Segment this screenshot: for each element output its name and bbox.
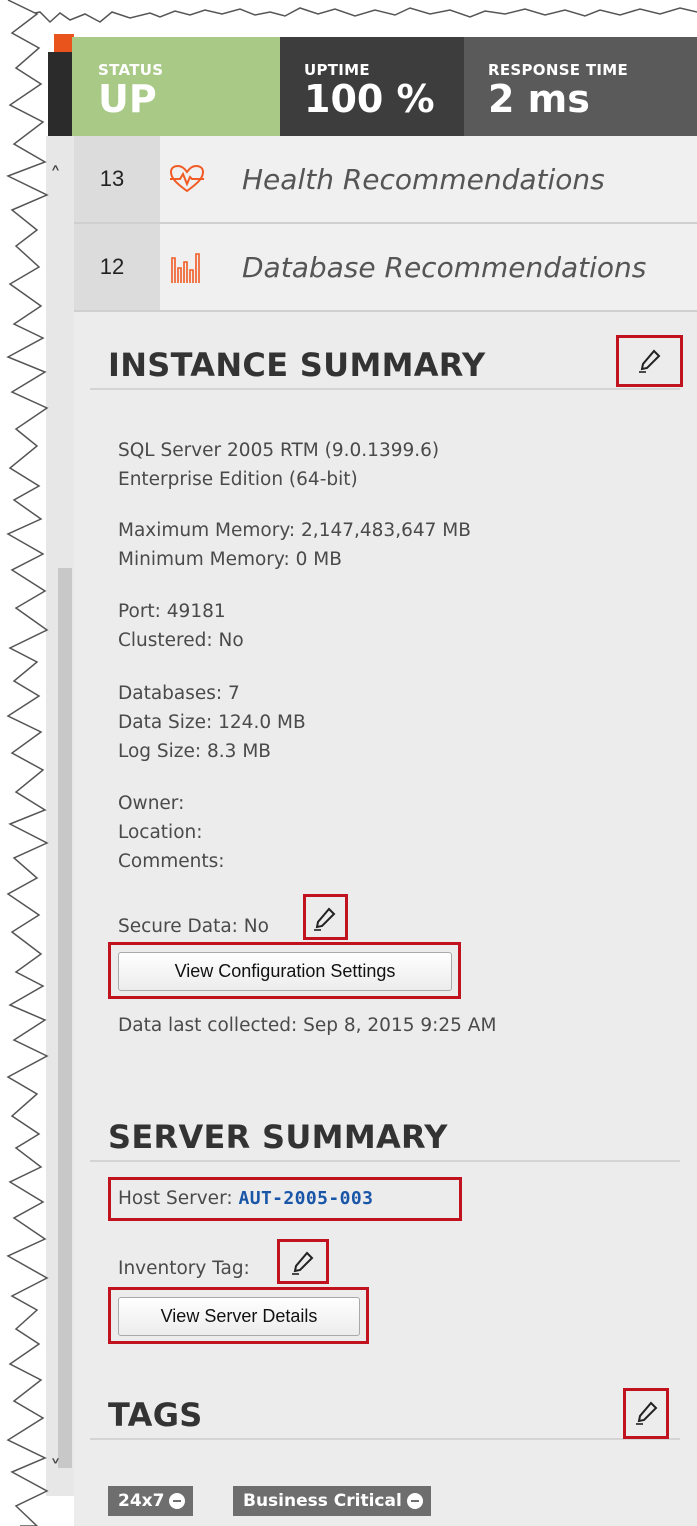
tag-label: 24x7 (118, 1491, 165, 1511)
databases: Databases: 7 (118, 683, 240, 704)
heart-pulse-icon (160, 164, 214, 194)
uptime-tile: UPTIME 100 % (280, 37, 464, 136)
log-size: Log Size: 8.3 MB (118, 741, 271, 762)
server-summary-divider (90, 1160, 680, 1162)
tags-heading: TAGS (108, 1396, 203, 1434)
instance-summary-divider (90, 388, 680, 390)
max-memory: Maximum Memory: 2,147,483,647 MB (118, 520, 471, 541)
server-summary-heading: SERVER SUMMARY (108, 1118, 448, 1156)
health-rec-count: 13 (74, 136, 160, 222)
health-recommendations-row[interactable]: 13 Health Recommendations (74, 136, 697, 224)
host-server-label: Host Server: (118, 1188, 239, 1209)
tag-chip[interactable]: Business Critical (233, 1486, 431, 1516)
data-last-collected: Data last collected: Sep 8, 2015 9:25 AM (118, 1015, 497, 1036)
response-time-tile: RESPONSE TIME 2 ms (464, 37, 697, 136)
tag-chip[interactable]: 24x7 (108, 1486, 194, 1516)
status-bar: STATUS UP UPTIME 100 % RESPONSE TIME 2 m… (72, 37, 697, 136)
edit-pencil-icon[interactable] (637, 348, 663, 374)
edit-pencil-icon[interactable] (290, 1250, 316, 1276)
clustered: Clustered: No (118, 630, 244, 651)
view-configuration-settings-button[interactable]: View Configuration Settings (118, 952, 452, 991)
secure-data: Secure Data: No (118, 916, 269, 937)
instance-info-port: Port: 49181 Clustered: No (118, 597, 244, 655)
database-recommendations-row[interactable]: 12 Database Recommendations (74, 224, 697, 312)
edit-pencil-icon[interactable] (634, 1400, 660, 1426)
view-server-details-button[interactable]: View Server Details (118, 1297, 360, 1336)
host-server-row: Host Server: AUT-2005-003 (118, 1184, 373, 1213)
status-value: UP (98, 77, 157, 121)
instance-summary-heading: INSTANCE SUMMARY (108, 346, 486, 384)
instance-info-databases: Databases: 7 Data Size: 124.0 MB Log Siz… (118, 679, 306, 766)
location: Location: (118, 822, 203, 843)
database-rec-label: Database Recommendations (242, 250, 647, 284)
database-rec-count: 12 (74, 224, 160, 310)
inventory-tag: Inventory Tag: (118, 1258, 250, 1279)
port: Port: 49181 (118, 601, 226, 622)
remove-tag-icon[interactable] (169, 1493, 186, 1509)
bar-chart-icon (160, 250, 214, 284)
remove-tag-icon[interactable] (406, 1493, 423, 1509)
comments: Comments: (118, 851, 225, 872)
host-server-link[interactable]: AUT-2005-003 (238, 1188, 373, 1209)
secure-data-row: Secure Data: No (118, 912, 269, 941)
min-memory: Minimum Memory: 0 MB (118, 549, 342, 570)
uptime-value: 100 % (304, 77, 435, 121)
tags-divider (90, 1438, 680, 1440)
edit-pencil-icon[interactable] (312, 906, 338, 932)
instance-info-memory: Maximum Memory: 2,147,483,647 MB Minimum… (118, 516, 471, 574)
version-line-2: Enterprise Edition (64-bit) (118, 469, 358, 490)
tag-label: Business Critical (243, 1491, 402, 1511)
health-rec-label: Health Recommendations (242, 162, 605, 196)
status-tile: STATUS UP (72, 37, 280, 136)
response-time-value: 2 ms (488, 77, 590, 121)
last-collected-row: Data last collected: Sep 8, 2015 9:25 AM (118, 1011, 496, 1040)
instance-info-owner: Owner: Location: Comments: (118, 789, 225, 876)
owner: Owner: (118, 793, 185, 814)
instance-info-version: SQL Server 2005 RTM (9.0.1399.6) Enterpr… (118, 436, 439, 494)
data-size: Data Size: 124.0 MB (118, 712, 306, 733)
version-line-1: SQL Server 2005 RTM (9.0.1399.6) (118, 440, 440, 461)
torn-edge-left (0, 0, 49, 1526)
inventory-tag-row: Inventory Tag: (118, 1254, 250, 1283)
